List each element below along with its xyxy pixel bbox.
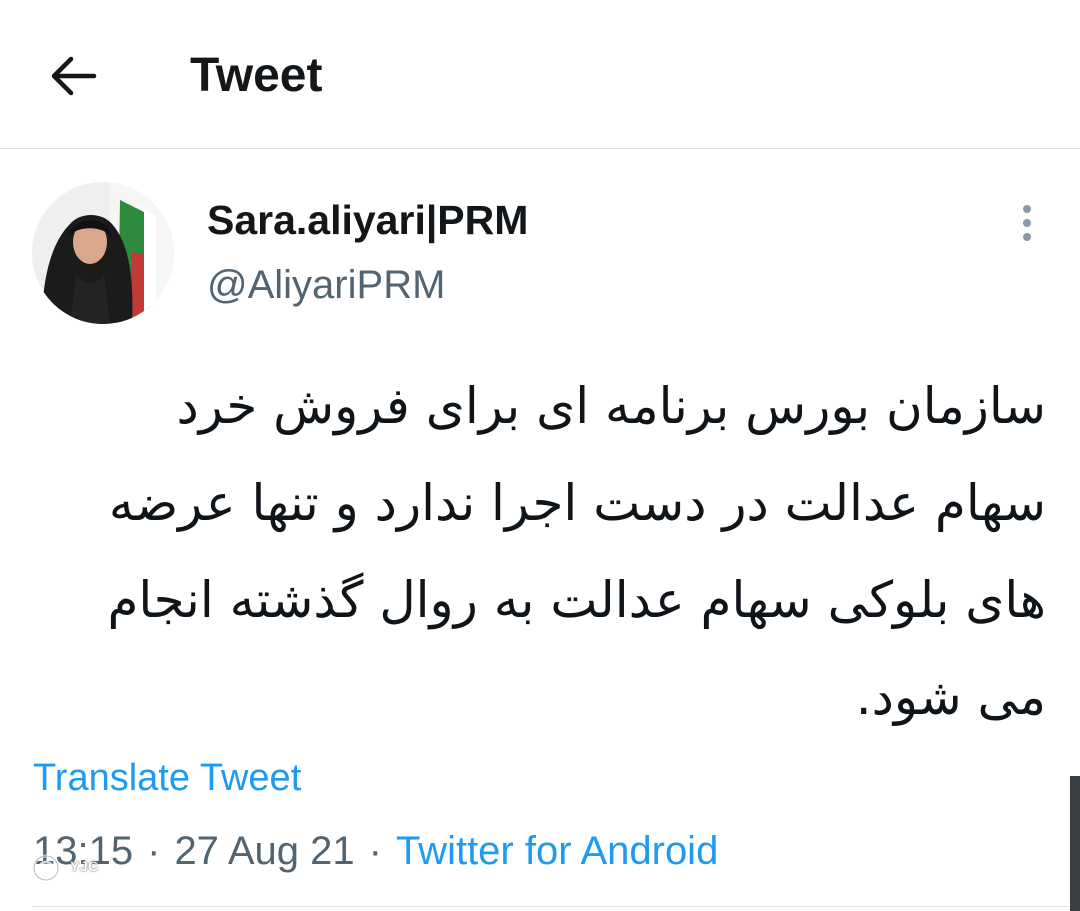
watermark: YJC bbox=[28, 846, 118, 888]
translate-tweet-link[interactable]: Translate Tweet bbox=[33, 756, 301, 800]
avatar-photo bbox=[32, 182, 174, 324]
back-button[interactable] bbox=[44, 48, 104, 104]
meta-separator: · bbox=[147, 829, 161, 873]
meta-separator: · bbox=[368, 829, 382, 873]
watermark-text: YJC bbox=[70, 858, 99, 874]
top-app-bar: Tweet bbox=[0, 0, 1080, 149]
more-options-button[interactable] bbox=[1010, 200, 1044, 246]
divider bbox=[33, 906, 1080, 907]
author-display-name[interactable]: Sara.aliyari|PRM bbox=[207, 196, 528, 244]
author-handle[interactable]: @AliyariPRM bbox=[207, 262, 445, 308]
more-vertical-icon bbox=[1023, 205, 1031, 241]
arrow-left-icon bbox=[51, 56, 97, 96]
tweet-date[interactable]: 27 Aug 21 bbox=[174, 829, 354, 873]
tweet-detail-page: Tweet Sara.aliyari|PRM @AliyariPRM سازما… bbox=[0, 0, 1080, 911]
tweet-source-link[interactable]: Twitter for Android bbox=[396, 829, 718, 873]
yjc-logo-icon bbox=[32, 854, 60, 882]
tweet-metadata: 13:15 · 27 Aug 21 · Twitter for Android bbox=[33, 828, 718, 874]
page-title: Tweet bbox=[190, 49, 323, 102]
scrollbar[interactable] bbox=[1070, 776, 1080, 911]
tweet-text: سازمان بورس برنامه ای برای فروش خرد سهام… bbox=[107, 377, 1046, 726]
avatar[interactable] bbox=[32, 182, 174, 324]
